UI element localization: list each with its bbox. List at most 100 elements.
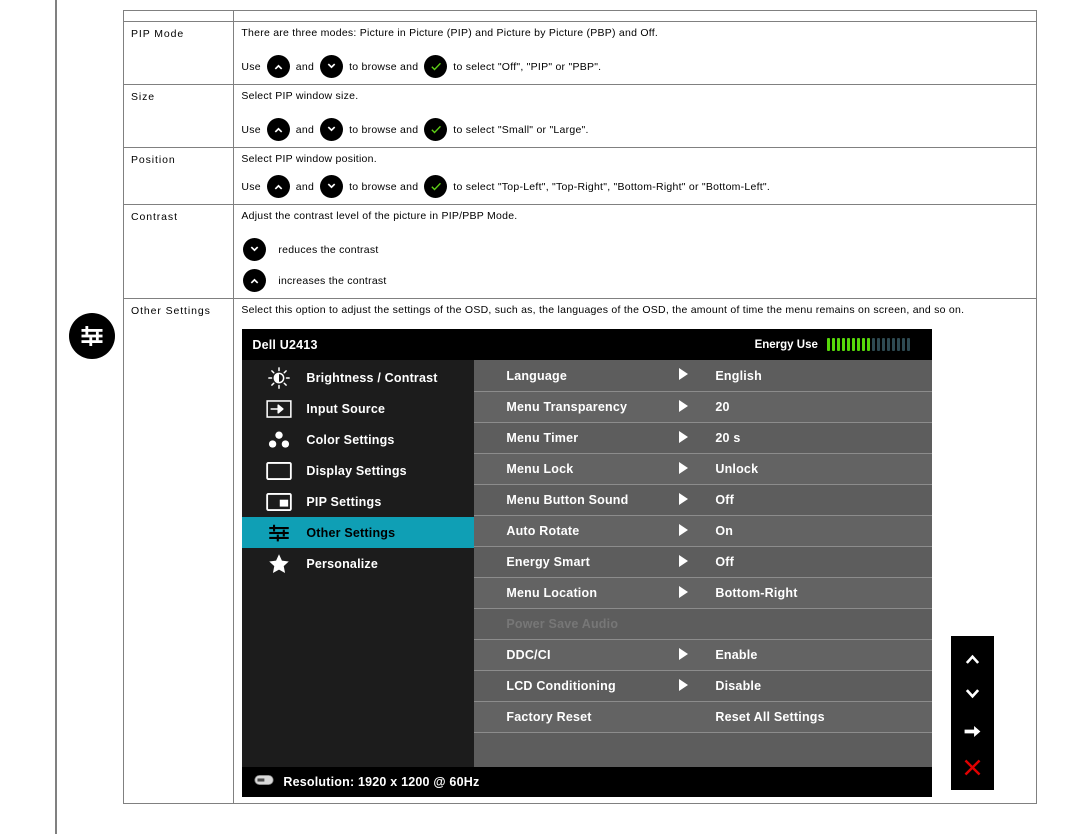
table-row: Other Settings Select this option to adj… <box>69 298 1037 804</box>
use-label: Use <box>241 60 261 73</box>
option-row-menu-lock[interactable]: Menu Lock Unlock <box>474 453 933 484</box>
table-spacer-row <box>122 10 1037 22</box>
energy-use-bars <box>826 338 911 351</box>
up-chevron-icon[interactable] <box>960 645 986 671</box>
option-value: On <box>715 524 734 538</box>
option-value: Unlock <box>715 462 759 476</box>
option-row-energy-smart[interactable]: Energy Smart Off <box>474 546 933 577</box>
browse-label: to browse and <box>349 60 419 73</box>
option-row-menu-button-sound[interactable]: Menu Button Sound Off <box>474 484 933 515</box>
chevron-right-icon <box>679 399 715 415</box>
and-label: and <box>295 60 315 73</box>
option-label: Language <box>506 368 567 383</box>
option-value: 20 s <box>715 431 741 445</box>
option-value: English <box>715 368 762 383</box>
energy-bar <box>871 338 876 351</box>
energy-bar <box>866 338 871 351</box>
up-chevron-icon <box>266 175 290 198</box>
energy-bar <box>881 338 886 351</box>
check-icon <box>424 118 448 141</box>
energy-bar <box>861 338 866 351</box>
option-label: Menu Button Sound <box>506 493 629 507</box>
browse-label: to browse and <box>349 180 419 193</box>
sidebar-item-label: PIP Settings <box>306 494 382 509</box>
up-chevron-icon <box>266 55 290 78</box>
chevron-right-icon <box>679 430 715 446</box>
key-instruction-line: Use and to browse and to select "Small" … <box>241 118 1030 141</box>
chevron-right-icon <box>679 585 715 601</box>
option-label: Power Save Audio <box>506 617 619 631</box>
option-label: Auto Rotate <box>506 524 580 538</box>
sidebar-item-other-settings[interactable]: Other Settings <box>242 517 475 548</box>
key-instruction-line: Use and to browse and to select "Off", "… <box>241 55 1030 78</box>
down-chevron-icon <box>320 175 344 198</box>
chevron-right-icon <box>679 461 715 477</box>
sidebar-item-pip-settings[interactable]: PIP Settings <box>242 486 474 517</box>
and-label: and <box>295 180 315 193</box>
spacer-cell-left <box>122 10 235 22</box>
chevron-right-icon <box>679 368 715 383</box>
option-row-factory-reset[interactable]: Factory Reset Reset All Settings <box>474 701 933 732</box>
star-icon <box>264 552 294 576</box>
table-row: PIP Mode There are three modes: Picture … <box>122 21 1037 85</box>
down-chevron-icon <box>243 238 267 261</box>
select-label: to select "Off", "PIP" or "PBP". <box>453 60 602 73</box>
table-row: Size Select PIP window size. Use and to … <box>122 84 1037 148</box>
option-row-menu-timer[interactable]: Menu Timer 20 s <box>474 422 933 453</box>
monitor-model-label: Dell U2413 <box>252 337 318 352</box>
up-chevron-icon <box>266 118 290 141</box>
option-row-auto-rotate[interactable]: Auto Rotate On <box>474 515 933 546</box>
contrast-decrease-line: reduces the contrast <box>241 238 1030 261</box>
option-label: Menu Location <box>506 586 598 600</box>
close-x-icon[interactable] <box>960 755 986 781</box>
chevron-right-icon <box>679 492 715 508</box>
sidebar-item-personalize[interactable]: Personalize <box>242 548 474 579</box>
option-row-menu-transparency[interactable]: Menu Transparency 20 <box>474 391 933 422</box>
option-row-blank <box>474 732 933 763</box>
chevron-right-icon <box>679 554 715 570</box>
option-row-menu-location[interactable]: Menu Location Bottom-Right <box>474 577 933 608</box>
option-value: Reset All Settings <box>715 710 825 724</box>
sliders-icon <box>69 313 115 359</box>
sidebar-item-label: Brightness / Contrast <box>306 370 438 385</box>
row-desc-contrast: Adjust the contrast level of the picture… <box>233 204 1037 299</box>
option-row-power-save-audio: Power Save Audio <box>474 608 933 639</box>
up-chevron-icon <box>243 269 267 292</box>
sidebar-item-input-source[interactable]: Input Source <box>242 393 474 424</box>
down-chevron-icon[interactable] <box>960 682 986 708</box>
energy-bar <box>851 338 856 351</box>
option-row-ddc-ci[interactable]: DDC/CI Enable <box>474 639 933 670</box>
browse-label: to browse and <box>349 123 419 136</box>
sidebar-item-label: Personalize <box>306 556 379 571</box>
energy-bar <box>906 338 911 351</box>
and-label: and <box>295 123 315 136</box>
energy-bar <box>836 338 841 351</box>
page-left-rule <box>55 0 57 834</box>
energy-bar <box>901 338 906 351</box>
key-instruction-line: Use and to browse and to select "Top-Lef… <box>241 175 1030 198</box>
sidebar-item-brightness-contrast[interactable]: Brightness / Contrast <box>242 362 474 393</box>
down-chevron-icon <box>320 118 344 141</box>
sidebar-item-display-settings[interactable]: Display Settings <box>242 455 474 486</box>
osd-header: Dell U2413 Energy Use <box>242 329 933 360</box>
option-row-lcd-conditioning[interactable]: LCD Conditioning Disable <box>474 670 933 701</box>
brightness-icon <box>264 366 294 390</box>
row-desc-size: Select PIP window size. Use and to brows… <box>233 84 1037 148</box>
option-row-language[interactable]: Language English <box>474 360 933 391</box>
sidebar-item-color-settings[interactable]: Color Settings <box>242 424 474 455</box>
energy-bar <box>826 338 831 351</box>
select-label: to select "Small" or "Large". <box>453 123 589 136</box>
desc-paragraph: There are three modes: Picture in Pictur… <box>241 27 659 39</box>
monitor-icon <box>254 773 274 791</box>
right-arrow-icon[interactable] <box>960 718 986 744</box>
desc-paragraph: Select this option to adjust the setting… <box>241 304 965 316</box>
chevron-right-icon <box>679 678 715 694</box>
osd-screenshot: Dell U2413 Energy Use Brightness / Contr… <box>242 329 995 797</box>
energy-bar <box>846 338 851 351</box>
table-row: Contrast Adjust the contrast level of th… <box>122 204 1037 299</box>
option-value: Off <box>715 555 735 569</box>
energy-bar <box>876 338 881 351</box>
row-label-other-settings: Other Settings <box>69 298 235 804</box>
desc-paragraph: Select PIP window position. <box>241 153 377 165</box>
osd-controls-table: PIP Mode There are three modes: Picture … <box>69 10 1037 804</box>
